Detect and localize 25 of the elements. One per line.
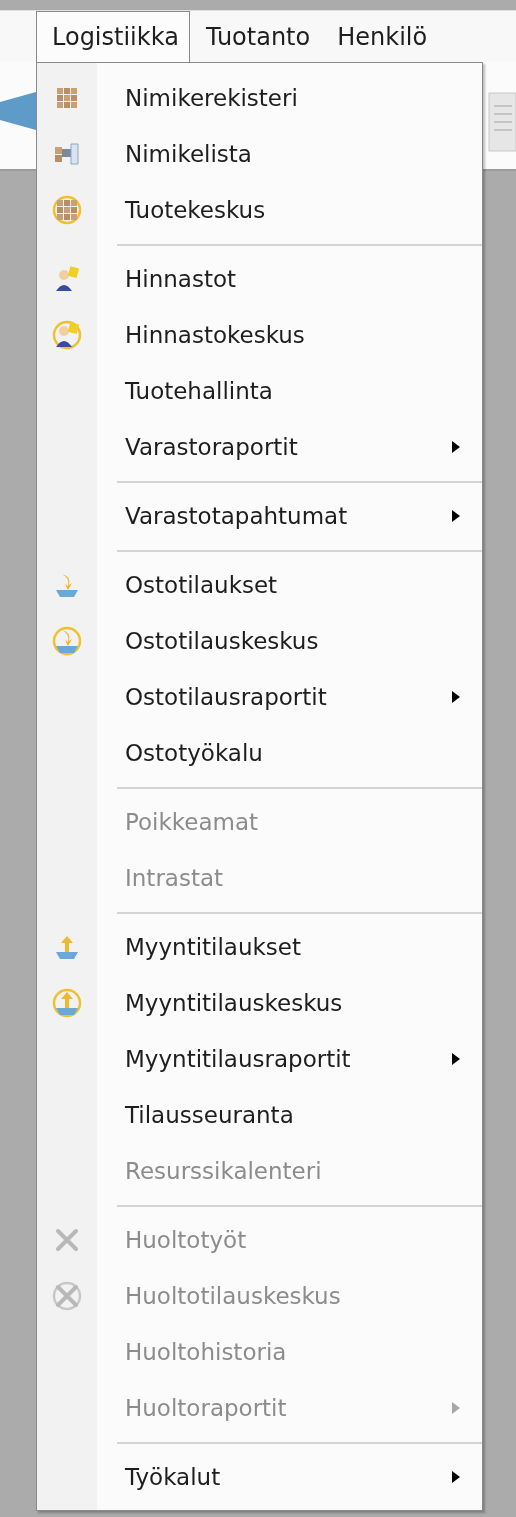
menu-item[interactable]: Tuotehallinta xyxy=(125,378,273,404)
menu-item[interactable]: Tuotekeskus xyxy=(125,197,266,223)
menu-item[interactable]: Myyntitilausraportit xyxy=(125,1046,351,1072)
menu-item[interactable]: Nimikerekisteri xyxy=(125,85,298,111)
menu-item[interactable]: Ostotilaukset xyxy=(125,572,278,598)
menu-item[interactable]: Varastotapahtumat xyxy=(125,503,348,529)
menu-item[interactable]: Ostotilauskeskus xyxy=(125,628,319,654)
arrow-up-ring-icon xyxy=(52,988,82,1018)
tools-ring-icon xyxy=(52,1281,82,1311)
person-ring-icon xyxy=(52,320,82,350)
menu-item[interactable]: Myyntitilaukset xyxy=(125,934,301,960)
menu-item[interactable]: Tilausseuranta xyxy=(125,1102,294,1128)
menu-item[interactable]: Varastoraportit xyxy=(125,434,298,460)
menu-item[interactable]: Nimikelista xyxy=(125,141,252,167)
arrow-down-ring-icon xyxy=(52,626,82,656)
menu-item[interactable]: Ostotilausraportit xyxy=(125,684,327,710)
menu-bar-item[interactable]: Tuotanto xyxy=(189,11,322,62)
menu-bar-item[interactable]: Henkilö xyxy=(321,11,439,62)
boxes-ring-icon xyxy=(52,195,82,225)
menu-item[interactable]: Työkalut xyxy=(125,1464,221,1490)
menu-item[interactable]: Hinnastot xyxy=(125,266,237,292)
menu-item[interactable]: Hinnastokeskus xyxy=(125,322,305,348)
menu-item[interactable]: Myyntitilauskeskus xyxy=(125,990,343,1016)
menu-bar-item[interactable]: Logistiikka xyxy=(36,11,190,62)
menu-item[interactable]: Ostotyökalu xyxy=(125,740,263,766)
